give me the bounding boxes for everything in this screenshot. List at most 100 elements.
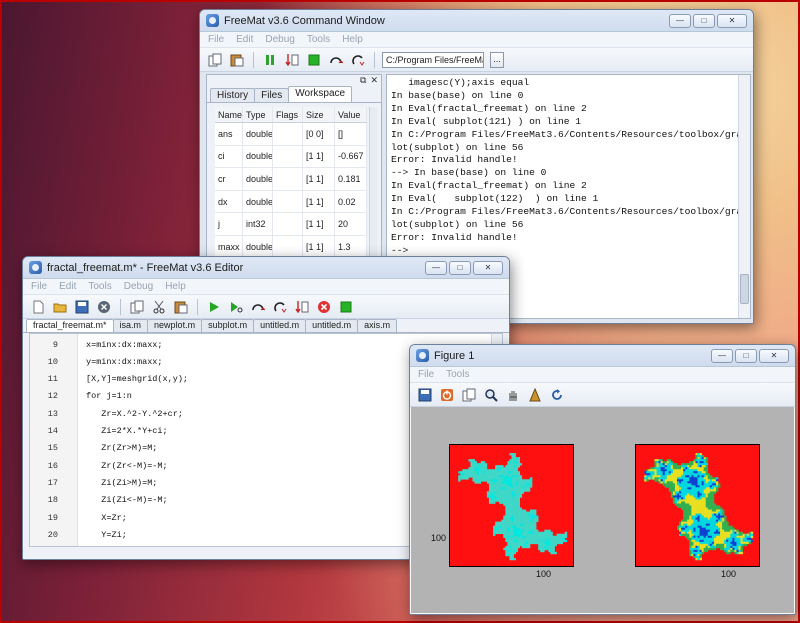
editor-titlebar[interactable]: fractal_freemat.m* - FreeMat v3.6 Editor… — [23, 257, 509, 279]
line-number: 11 — [47, 374, 58, 385]
console-scrollbar[interactable] — [738, 75, 750, 318]
copy-icon[interactable] — [128, 298, 146, 316]
tab-newplot[interactable]: newplot.m — [147, 319, 203, 332]
tab-fractal-freemat[interactable]: fractal_freemat.m* — [26, 319, 114, 332]
workspace-header-row: Name Type Flags Size Value — [215, 107, 367, 123]
menu-file[interactable]: File — [418, 369, 434, 380]
right-fractal-plot[interactable] — [635, 444, 760, 567]
reset-view-icon[interactable] — [548, 386, 566, 404]
toolbar-separator — [197, 298, 198, 315]
editor-tabs: fractal_freemat.m* isa.m newplot.m subpl… — [23, 319, 509, 333]
workspace-row[interactable]: j int32 [1 1] 20 — [215, 213, 367, 236]
left-plot-y-tick: 100 — [431, 533, 447, 543]
undock-icon[interactable]: ⧉ — [360, 75, 366, 87]
save-icon[interactable] — [73, 298, 91, 316]
copy-icon[interactable] — [460, 386, 478, 404]
workspace-cell-name: maxx — [215, 235, 243, 258]
maximize-button[interactable]: □ — [449, 260, 471, 275]
figure-canvas[interactable]: 100 100 100 — [411, 407, 794, 613]
stop-icon[interactable] — [337, 298, 355, 316]
menu-debug[interactable]: Debug — [265, 34, 294, 45]
minimize-button[interactable]: — — [425, 260, 447, 275]
workspace-row[interactable]: ci double [1 1] -0.667 — [215, 145, 367, 169]
run-to-cursor-icon[interactable] — [227, 298, 245, 316]
pan-hand-icon[interactable] — [504, 386, 522, 404]
column-header-value[interactable]: Value — [335, 107, 367, 122]
working-directory-dropdown[interactable]: C:/Program Files/FreeMat3.6▾ — [382, 51, 484, 68]
minimize-button[interactable]: — — [711, 348, 733, 363]
workspace-cell-name: ci — [215, 145, 243, 168]
column-header-name[interactable]: Name — [215, 107, 243, 122]
menu-debug[interactable]: Debug — [124, 281, 153, 292]
workspace-cell-size: [1 1] — [303, 213, 335, 235]
save-icon[interactable] — [416, 386, 434, 404]
workspace-cell-flags — [273, 145, 303, 168]
open-folder-icon[interactable] — [51, 298, 69, 316]
step-into-icon[interactable] — [349, 51, 367, 69]
console-scroll-thumb[interactable] — [740, 274, 749, 304]
power-icon[interactable] — [438, 386, 456, 404]
workspace-row[interactable]: dx double [1 1] 0.02 — [215, 190, 367, 214]
paste-icon[interactable] — [228, 51, 246, 69]
workspace-row[interactable]: cr double [1 1] 0.181 — [215, 168, 367, 191]
code-text: Zr(Zr>M)=M; — [86, 443, 158, 454]
close-file-icon[interactable] — [95, 298, 113, 316]
pause-icon[interactable] — [261, 51, 279, 69]
tab-isa[interactable]: isa.m — [112, 319, 149, 332]
tab-subplot[interactable]: subplot.m — [201, 319, 255, 332]
menu-help[interactable]: Help — [165, 281, 186, 292]
browse-directory-button[interactable]: ... — [490, 51, 504, 68]
menu-tools[interactable]: Tools — [307, 34, 330, 45]
menu-tools[interactable]: Tools — [88, 281, 111, 292]
column-header-flags[interactable]: Flags — [273, 107, 303, 122]
menu-tools[interactable]: Tools — [446, 369, 469, 380]
console-line: lot(subplot) on line 56 — [391, 141, 524, 153]
maximize-button[interactable]: □ — [693, 13, 715, 28]
tab-untitled-1[interactable]: untitled.m — [253, 319, 307, 332]
command-window-menubar: File Edit Debug Tools Help — [200, 32, 753, 48]
new-file-icon[interactable] — [29, 298, 47, 316]
minimize-button[interactable]: — — [669, 13, 691, 28]
panel-close-icon[interactable]: ✕ — [370, 75, 378, 87]
cut-icon[interactable] — [150, 298, 168, 316]
tab-history[interactable]: History — [210, 88, 256, 102]
figure-titlebar[interactable]: Figure 1 — □ ✕ — [410, 345, 795, 367]
left-fractal-plot[interactable] — [449, 444, 574, 567]
command-window-titlebar[interactable]: FreeMat v3.6 Command Window — □ ✕ — [200, 10, 753, 32]
maximize-button[interactable]: □ — [735, 348, 757, 363]
close-button[interactable]: ✕ — [759, 348, 789, 363]
sort-icon[interactable] — [293, 298, 311, 316]
workspace-row[interactable]: ans double [0 0][] — [215, 123, 367, 146]
console-line: In Eval(fractal_freemat) on line 2 — [391, 102, 587, 114]
tab-axis[interactable]: axis.m — [357, 319, 398, 332]
stop-debug-icon[interactable] — [315, 298, 333, 316]
step-into-icon[interactable] — [271, 298, 289, 316]
menu-file[interactable]: File — [208, 34, 224, 45]
zoom-icon[interactable] — [482, 386, 500, 404]
workspace-cell-flags — [273, 123, 303, 145]
step-over-icon[interactable] — [327, 51, 345, 69]
column-header-size[interactable]: Size — [303, 107, 335, 122]
menu-file[interactable]: File — [31, 281, 47, 292]
sort-icon[interactable] — [283, 51, 301, 69]
tab-untitled-2[interactable]: untitled.m — [305, 319, 359, 332]
column-header-type[interactable]: Type — [243, 107, 273, 122]
menu-edit[interactable]: Edit — [59, 281, 76, 292]
menu-help[interactable]: Help — [342, 34, 363, 45]
rotate-3d-icon[interactable] — [526, 386, 544, 404]
paste-icon[interactable] — [172, 298, 190, 316]
close-button[interactable]: ✕ — [717, 13, 747, 28]
close-button[interactable]: ✕ — [473, 260, 503, 275]
workspace-cell-size: [0 0] — [303, 123, 335, 145]
code-text: Zi(Zi<-M)=-M; — [86, 495, 168, 506]
stop-icon[interactable] — [305, 51, 323, 69]
tab-files[interactable]: Files — [254, 88, 290, 102]
menu-edit[interactable]: Edit — [236, 34, 253, 45]
command-window-toolbar: C:/Program Files/FreeMat3.6▾ ... — [200, 48, 753, 72]
step-over-icon[interactable] — [249, 298, 267, 316]
workspace-cell-name: ans — [215, 123, 243, 145]
line-number: 18 — [47, 495, 58, 506]
run-icon[interactable] — [205, 298, 223, 316]
copy-icon[interactable] — [206, 51, 224, 69]
tab-workspace[interactable]: Workspace — [288, 86, 353, 102]
